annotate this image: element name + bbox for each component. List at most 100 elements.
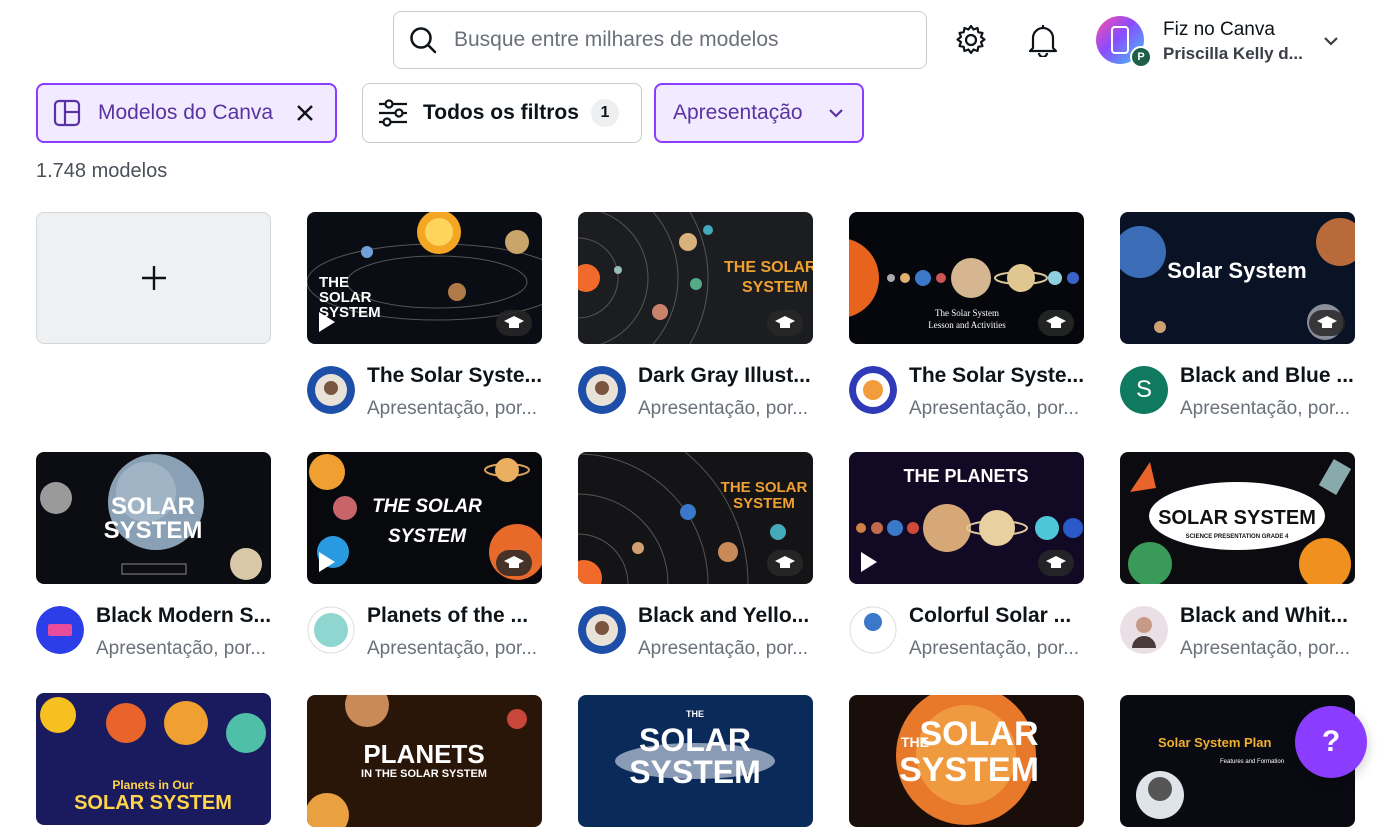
close-icon[interactable] <box>295 103 315 123</box>
thumb-text: THE PLANETS <box>903 466 1028 486</box>
account-subtitle: Priscilla Kelly d... <box>1163 44 1303 63</box>
thumb-text: Planets in Our <box>112 778 194 792</box>
thumb-text: Solar System <box>1167 258 1306 283</box>
chevron-down-icon <box>829 109 843 118</box>
template-thumbnail[interactable]: SOLAR SYSTEM <box>36 452 271 584</box>
sliders-icon <box>379 99 407 127</box>
template-card[interactable]: THE SOLAR SYSTEM <box>849 695 1084 827</box>
template-subtitle: Apresentação, por... <box>367 398 538 419</box>
thumb-text: SOLAR <box>920 715 1039 753</box>
template-card[interactable]: THE SOLAR SYSTEM Planets of the ... Apre… <box>307 452 542 672</box>
template-thumbnail[interactable]: THE SOLAR SYSTEM <box>578 452 813 584</box>
template-thumbnail[interactable]: THE SOLAR SYSTEM <box>578 212 813 344</box>
thumb-text: SYSTEM <box>733 495 795 512</box>
template-title[interactable]: Black and Yello... <box>638 604 816 628</box>
creator-avatar[interactable]: S <box>1120 366 1168 414</box>
template-subtitle: Apresentação, por... <box>1180 398 1351 419</box>
graduation-cap-icon <box>775 316 795 328</box>
creator-avatar[interactable] <box>307 606 355 654</box>
notifications-button[interactable] <box>1023 20 1063 60</box>
template-thumbnail[interactable]: Planets in Our SOLAR SYSTEM <box>36 693 271 825</box>
template-title[interactable]: Planets of the ... <box>367 604 545 628</box>
template-thumbnail[interactable]: Solar System <box>1120 212 1355 344</box>
education-badge <box>1309 310 1345 336</box>
template-thumbnail[interactable]: THE SOLAR SYSTEM <box>578 695 813 827</box>
template-card[interactable]: THE SOLAR SYSTEM Dark Gray Illust... Apr… <box>578 212 813 432</box>
presentation-dropdown[interactable]: Apresentação <box>654 83 864 143</box>
template-thumbnail[interactable]: THE SOLAR SYSTEM <box>307 452 542 584</box>
template-card[interactable]: PLANETS IN THE SOLAR SYSTEM <box>307 695 542 827</box>
template-thumbnail[interactable]: THE PLANETS <box>849 452 1084 584</box>
creator-avatar[interactable] <box>849 366 897 414</box>
template-thumbnail[interactable]: THE SOLAR SYSTEM <box>307 212 542 344</box>
creator-avatar[interactable] <box>1120 606 1168 654</box>
thumb-text: SOLAR <box>639 722 751 758</box>
creator-initial: S <box>1135 376 1152 403</box>
creator-avatar[interactable] <box>849 606 897 654</box>
template-thumbnail[interactable]: SOLAR SYSTEM SCIENCE PRESENTATION GRADE … <box>1120 452 1355 584</box>
create-blank-button[interactable] <box>36 212 271 344</box>
all-filters-button[interactable]: Todos os filtros 1 <box>362 83 642 143</box>
graduation-cap-icon <box>504 556 524 568</box>
graduation-cap-icon <box>1046 556 1066 568</box>
template-subtitle: Apresentação, por... <box>909 398 1080 419</box>
template-card[interactable]: THE SOLAR SYSTEM <box>578 695 813 827</box>
thumb-text: THE SOLAR <box>721 479 808 496</box>
template-thumbnail[interactable]: THE SOLAR SYSTEM <box>849 695 1084 827</box>
thumb-text: SYSTEM <box>629 754 761 790</box>
education-badge <box>767 550 803 576</box>
template-thumbnail[interactable]: The Solar System Lesson and Activities <box>849 212 1084 344</box>
template-card[interactable]: The Solar System Lesson and Activities T… <box>849 212 1084 432</box>
template-title[interactable]: Black and Blue ... <box>1180 364 1358 388</box>
thumb-text: SYSTEM <box>104 517 203 544</box>
graduation-cap-icon <box>1317 316 1337 328</box>
education-badge <box>767 310 803 336</box>
template-card[interactable]: Solar System S Black and Blue ... Aprese… <box>1120 212 1355 432</box>
graduation-cap-icon <box>504 316 524 328</box>
creator-avatar[interactable] <box>578 606 626 654</box>
template-card[interactable]: THE SOLAR SYSTEM Black and Yello... Apre… <box>578 452 813 672</box>
search-input[interactable] <box>452 27 896 53</box>
filter-count-badge: 1 <box>590 99 619 127</box>
thumb-text: Lesson and Activities <box>928 320 1006 330</box>
template-card[interactable]: Planets in Our SOLAR SYSTEM <box>36 693 271 825</box>
settings-button[interactable] <box>951 20 991 60</box>
creator-avatar[interactable] <box>307 366 355 414</box>
template-subtitle: Apresentação, por... <box>367 638 538 659</box>
help-button[interactable]: ? <box>1295 706 1367 778</box>
template-title[interactable]: Black and Whit... <box>1180 604 1358 628</box>
template-card[interactable]: SOLAR SYSTEM Black Modern S... Apresenta… <box>36 452 271 672</box>
education-badge <box>496 310 532 336</box>
search-icon <box>410 27 437 54</box>
creator-avatar[interactable] <box>36 606 84 654</box>
thumb-text: SYSTEM <box>742 279 808 296</box>
template-card[interactable]: SOLAR SYSTEM SCIENCE PRESENTATION GRADE … <box>1120 452 1355 672</box>
thumb-text: THE SOLAR <box>372 496 482 517</box>
layout-icon <box>53 99 81 127</box>
template-card[interactable]: THE SOLAR SYSTEM The Solar Syste... Apre… <box>307 212 542 432</box>
template-subtitle: Apresentação, por... <box>96 638 267 659</box>
template-title[interactable]: The Solar Syste... <box>367 364 545 388</box>
template-thumbnail[interactable]: PLANETS IN THE SOLAR SYSTEM <box>307 695 542 827</box>
thumb-text: PLANETS <box>363 739 484 769</box>
search-box[interactable] <box>393 11 927 69</box>
canva-templates-chip[interactable]: Modelos do Canva <box>36 83 337 143</box>
account-title: Fiz no Canva <box>1163 19 1275 40</box>
graduation-cap-icon <box>1046 316 1066 328</box>
template-title[interactable]: Dark Gray Illust... <box>638 364 816 388</box>
play-icon <box>319 312 335 332</box>
template-title[interactable]: Black Modern S... <box>96 604 274 628</box>
creator-avatar[interactable] <box>578 366 626 414</box>
play-icon <box>319 552 335 572</box>
account-switcher[interactable]: P Fiz no Canva Priscilla Kelly d... <box>1096 16 1356 68</box>
result-count: 1.748 modelos <box>36 160 168 182</box>
template-subtitle: Apresentação, por... <box>1180 638 1351 659</box>
template-subtitle: Apresentação, por... <box>638 398 809 419</box>
chevron-down-icon[interactable] <box>1320 30 1342 52</box>
template-card[interactable]: THE PLANETS Colorful Solar ... Apresenta… <box>849 452 1084 672</box>
template-title[interactable]: The Solar Syste... <box>909 364 1087 388</box>
template-title[interactable]: Colorful Solar ... <box>909 604 1087 628</box>
thumb-text: SOLAR SYSTEM <box>1158 507 1316 529</box>
play-icon <box>861 552 877 572</box>
top-bar: P Fiz no Canva Priscilla Kelly d... <box>0 0 1389 80</box>
